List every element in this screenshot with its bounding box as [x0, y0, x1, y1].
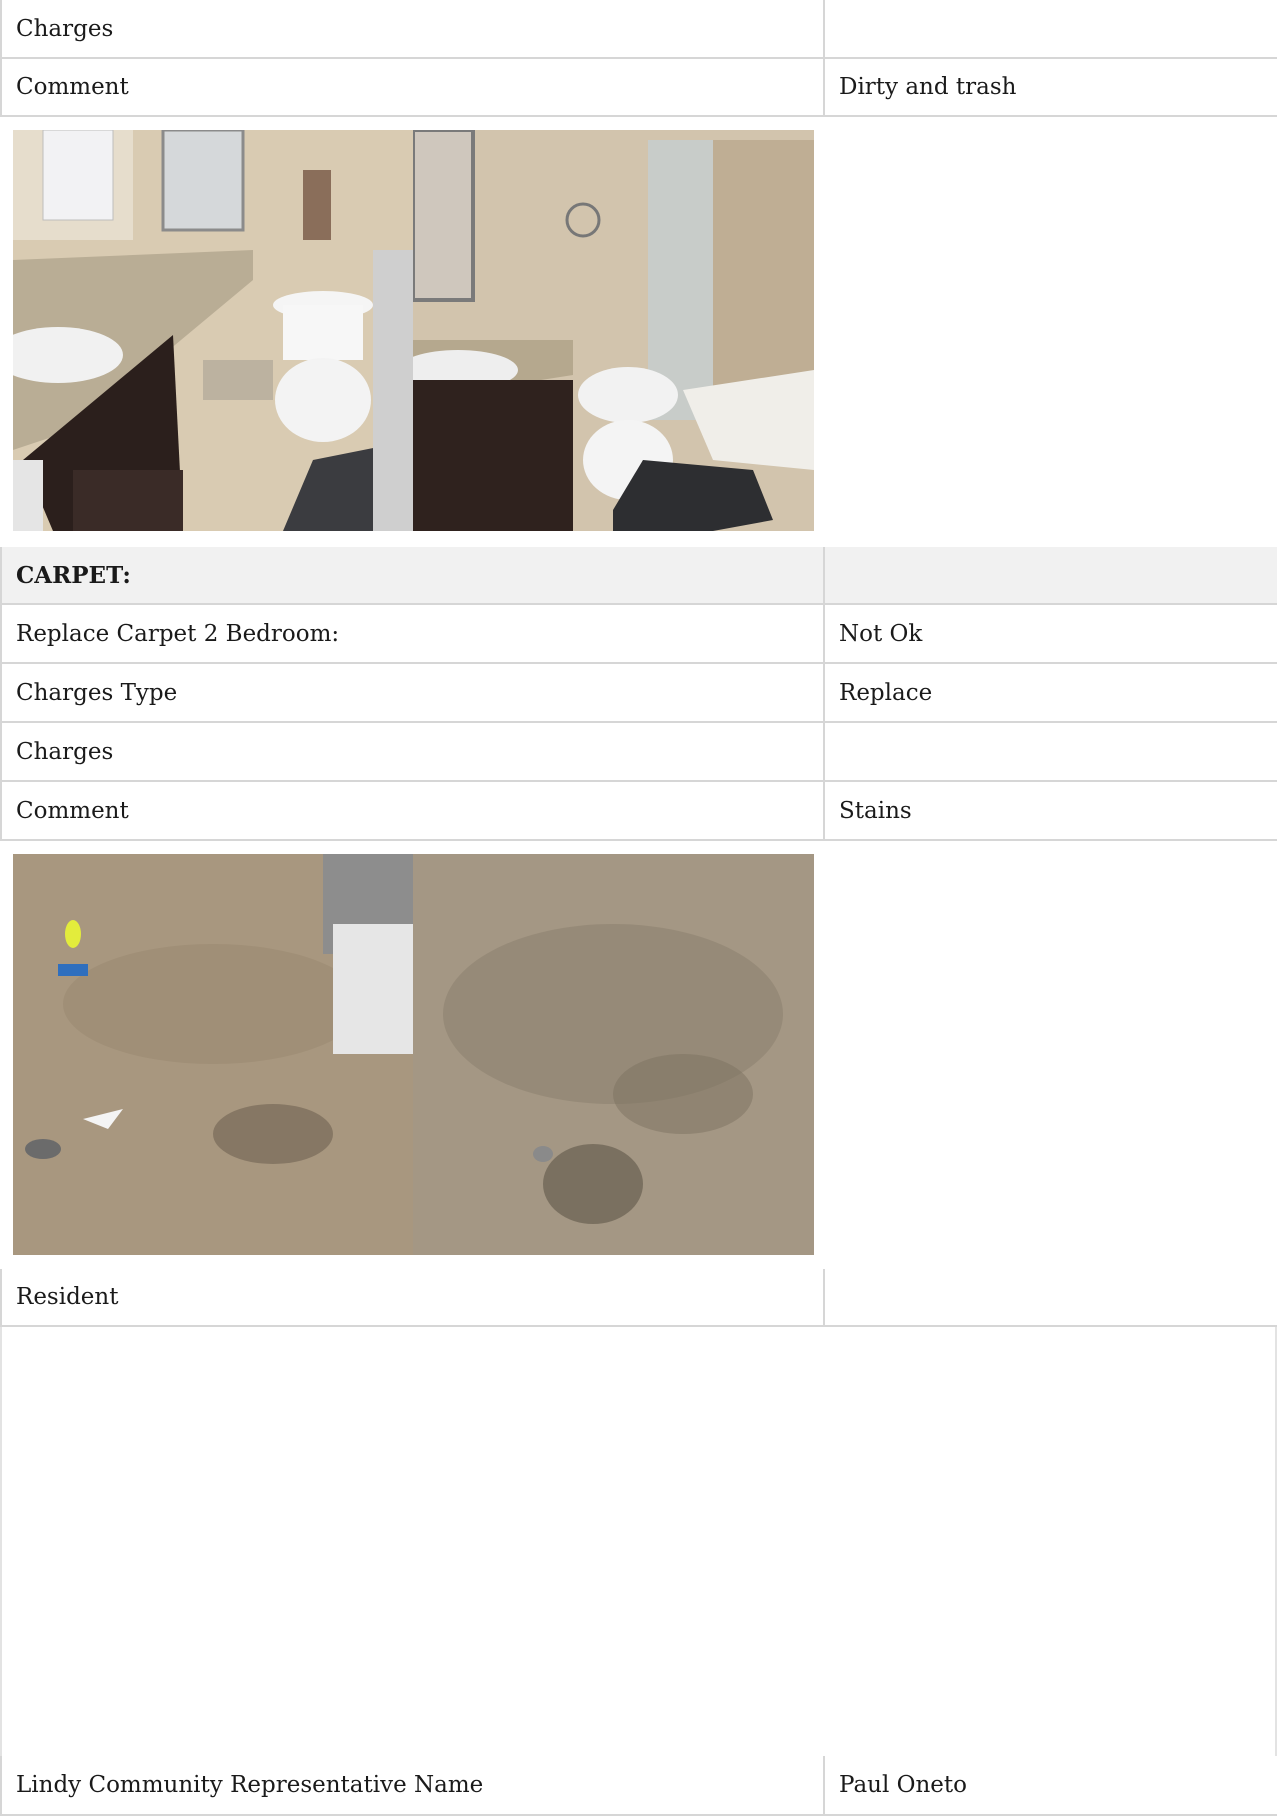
table-row: Resident	[0, 1269, 1277, 1327]
table-row: Replace Carpet 2 Bedroom: Not Ok	[0, 605, 1277, 664]
row-label: Replace Carpet 2 Bedroom:	[0, 605, 825, 662]
inspection-sheet: Charges Comment Dirty and trash CARPET: …	[0, 0, 1277, 1816]
row-label: Resident	[0, 1269, 825, 1325]
section-heading-carpet: CARPET:	[0, 547, 1277, 605]
table-row: Comment Dirty and trash	[0, 59, 1277, 117]
bathroom-photo-2	[413, 130, 814, 531]
row-label: Lindy Community Representative Name	[0, 1756, 825, 1814]
row-label: Charges Type	[0, 664, 825, 721]
row-value	[825, 1269, 1277, 1325]
bathroom-photo-pair	[13, 130, 814, 531]
table-row: Lindy Community Representative Name Paul…	[0, 1756, 1277, 1816]
carpet-photo-pair	[13, 854, 814, 1255]
carpet-photo-2	[413, 854, 814, 1255]
row-value	[825, 723, 1277, 780]
carpet-photos-row	[0, 841, 1277, 1269]
row-value: Not Ok	[839, 620, 923, 647]
row-value: Paul Oneto	[839, 1772, 968, 1798]
table-row: Comment Stains	[0, 782, 1277, 841]
table-row: Charges	[0, 0, 1277, 59]
row-label: Charges	[0, 723, 825, 780]
row-value	[825, 0, 1277, 57]
blank-space	[0, 1327, 1277, 1756]
row-label: Comment	[0, 782, 825, 839]
row-label: Charges	[0, 0, 825, 57]
row-label: Comment	[0, 59, 825, 115]
carpet-photo-1	[13, 854, 413, 1255]
bathroom-photos-row	[0, 117, 1277, 547]
row-value: Replace	[839, 679, 933, 706]
table-row: Charges	[0, 723, 1277, 782]
section-heading: CARPET:	[0, 547, 825, 603]
table-row: Charges Type Replace	[0, 664, 1277, 723]
bathroom-photo-1	[13, 130, 413, 531]
row-value	[825, 547, 1277, 603]
row-value: Stains	[839, 797, 912, 824]
row-value: Dirty and trash	[839, 74, 1017, 100]
